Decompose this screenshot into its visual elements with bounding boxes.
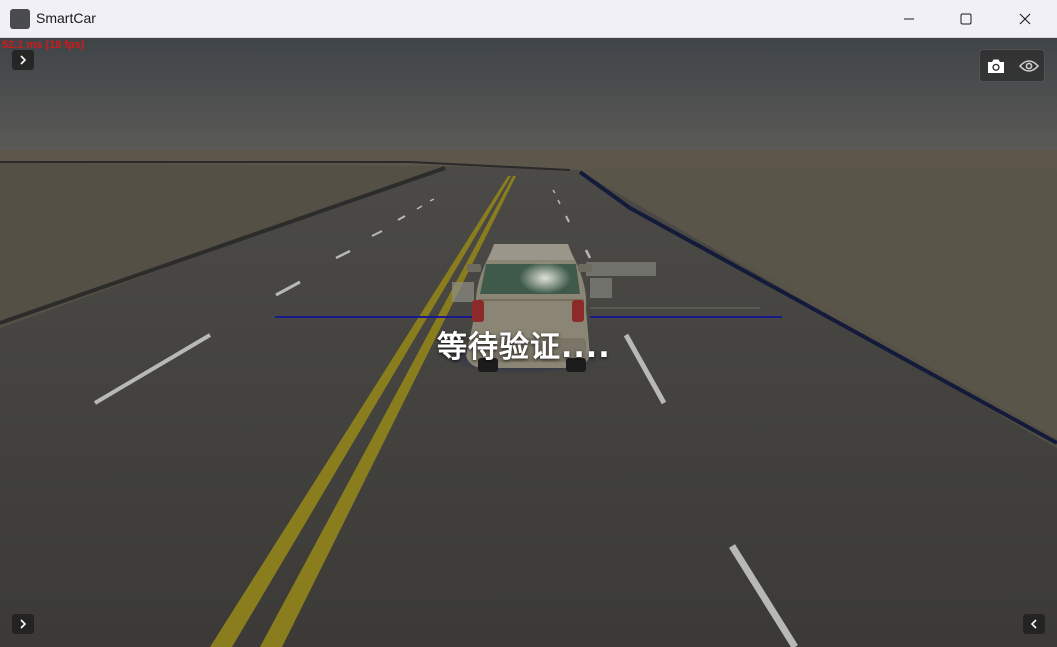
road-marking-patch bbox=[590, 278, 612, 298]
bottom-right-panel-toggle[interactable] bbox=[1023, 614, 1045, 634]
smartcar-window: SmartCar 52.1 ms (19 fps) 等待验证.... bbox=[0, 0, 1057, 647]
sky bbox=[0, 38, 1057, 152]
chevron-left-icon bbox=[1030, 619, 1037, 629]
bottom-left-panel-toggle[interactable] bbox=[12, 614, 34, 634]
app-icon bbox=[10, 9, 30, 29]
eye-icon bbox=[1019, 60, 1039, 72]
chevron-right-icon bbox=[20, 55, 27, 65]
close-icon bbox=[1019, 13, 1031, 24]
window-title: SmartCar bbox=[36, 10, 96, 26]
status-message: 等待验证.... bbox=[437, 330, 611, 365]
camera-icon bbox=[988, 59, 1004, 73]
view-toolbar bbox=[979, 49, 1045, 82]
minimize-button[interactable] bbox=[886, 0, 932, 37]
minimize-icon bbox=[904, 18, 914, 19]
screenshot-button[interactable] bbox=[985, 55, 1007, 77]
title-bar[interactable]: SmartCar bbox=[0, 0, 1057, 38]
maximize-icon bbox=[960, 13, 972, 24]
close-button[interactable] bbox=[1002, 0, 1048, 37]
chevron-right-icon bbox=[20, 619, 27, 629]
maximize-button[interactable] bbox=[943, 0, 989, 37]
simulation-viewport[interactable]: 52.1 ms (19 fps) 等待验证.... bbox=[0, 38, 1057, 647]
road-marking-patch bbox=[586, 262, 656, 276]
road-marking-patch bbox=[452, 282, 474, 302]
visibility-button[interactable] bbox=[1018, 55, 1040, 77]
left-panel-toggle[interactable] bbox=[12, 50, 34, 70]
